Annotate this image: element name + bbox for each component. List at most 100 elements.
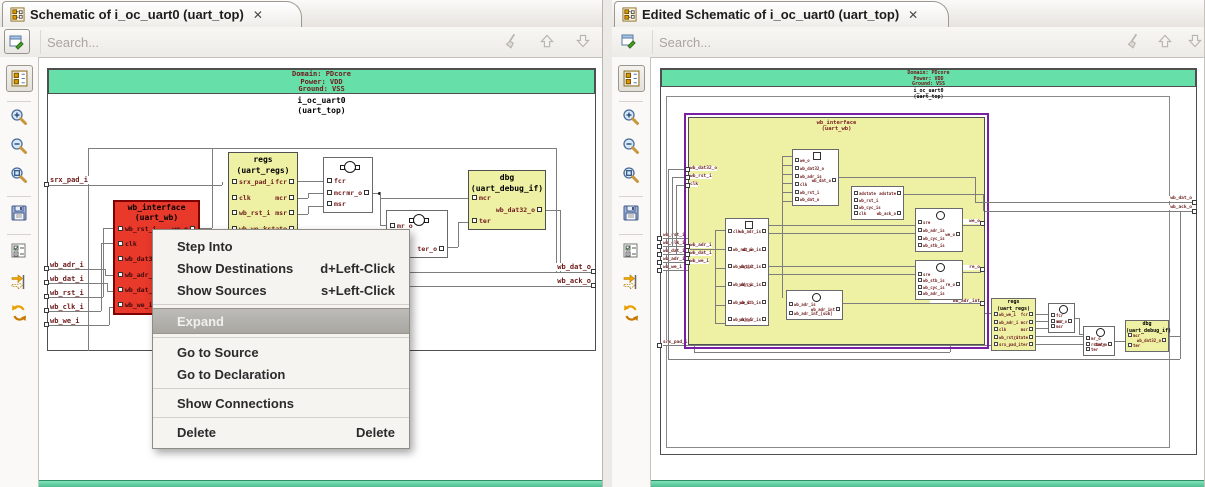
right-tab-bar: Edited Schematic of i_oc_uart0 (uart_top… [612,0,1205,28]
edge-pin [685,183,690,188]
subblock-sync[interactable]: clk wb_rst_i wb_dat_i wb_adr_i wb_we_i wb_ack… [725,218,769,326]
menu-item-show-destinations[interactable]: Show Destinations d+Left-Click [153,257,409,279]
new-search-button[interactable] [4,29,30,54]
pin-label: msr [1051,324,1063,330]
menu-item-step-into[interactable]: Step Into [153,235,409,257]
wire [298,181,323,182]
close-icon[interactable]: ✕ [253,8,263,22]
block-subtitle: (uart_wb) [134,213,179,222]
schematic-mode-button[interactable] [618,65,645,92]
wire [690,249,715,250]
clear-search-icon[interactable] [1124,32,1144,52]
wire [101,243,113,244]
sync-left-pins: clk wb_rst_i wb_dat_i wb_adr_i wb_we_i wb_ack… [728,229,766,323]
schematic-icon [10,7,25,22]
subblock-adr[interactable]: wb_adr_is wb_adr_int_[sub] wb_adr_int [786,290,843,320]
search-input[interactable] [40,30,449,54]
port-label: wb_dat_o [536,263,592,271]
pin-label: wb_cyc_is [739,282,766,288]
wire [105,275,113,276]
zoom-in-button[interactable] [9,107,29,127]
wire [47,185,222,186]
search-input[interactable] [652,30,1061,54]
port-label: wb_dat_o [1150,196,1192,201]
refresh-button[interactable] [621,303,641,323]
zoom-out-button[interactable] [9,136,29,156]
pin-label: wb_dat32_o [496,206,542,214]
block-logic1[interactable]: fcr mcr msr mr_o [1048,303,1075,333]
block-logic1[interactable]: fcr mcr msr mr_o [323,157,373,213]
wire [769,225,915,226]
new-search-button[interactable] [620,33,638,51]
trace-ports-button[interactable] [621,272,641,292]
block-dbg[interactable]: dbg (uart_debug_if) mcr ter wb_dat32_o [468,170,546,230]
port-pin [44,322,49,327]
pin-label: fcr [327,178,346,185]
port-label: wb_ack_o [1150,205,1192,210]
port-label: wb_ack_o [536,277,592,285]
logic-gate-icon [812,293,821,302]
tab-edited-schematic[interactable]: Edited Schematic of i_oc_uart0 (uart_top… [614,1,949,27]
find-next-icon[interactable] [1186,32,1205,52]
pin-label: ter [472,218,491,225]
schematic-mode-button[interactable] [6,65,33,92]
pin-label: wb_rst_i [795,190,819,196]
menu-shortcut: s+Left-Click [320,282,395,298]
menu-item-go-to-declaration[interactable]: Go to Declaration [153,363,409,385]
subblock-ack[interactable]: adstate wb_rst_i wb_cyc_is clk adstate wb_ac… [851,186,904,220]
wire [985,202,1192,203]
wire [103,228,113,229]
menu-item-expand[interactable]: Expand [153,308,409,334]
save-button[interactable] [9,203,29,223]
subblock-re[interactable]: sre wb_stb_is wb_cyc_is wb_adr_is re_o [915,260,963,300]
find-previous-icon[interactable] [538,32,558,52]
block-logic2[interactable]: mr_o rstate ter ter_o [1083,326,1115,356]
zoom-out-button[interactable] [621,136,641,156]
find-next-icon[interactable] [574,32,594,52]
new-search-icon [9,35,24,50]
zoom-fit-button[interactable] [9,165,29,185]
clear-search-icon[interactable] [502,32,522,52]
pin-label: ter [1086,347,1098,353]
save-button[interactable] [621,203,641,223]
menu-item-go-to-source[interactable]: Go to Source [153,341,409,363]
refresh-button[interactable] [9,303,29,323]
pin-label: msr [327,201,346,208]
menu-item-show-connections[interactable]: Show Connections [153,392,409,414]
display-options-button[interactable] [621,241,641,261]
wire [212,148,213,228]
tab-schematic[interactable]: Schematic of i_oc_uart0 (uart_top) ✕ [2,1,302,27]
wire [47,297,103,298]
wire [103,228,104,297]
find-previous-icon[interactable] [1156,32,1176,52]
sync-right-pins: wb_adr_is wb_we_is wb_dat_is wb_cyc_is wb_st… [728,229,766,323]
wire [109,307,110,325]
pin-label: wb_we_i [728,300,750,306]
power-domain-banner: Domain: PDcore Power: VDD Ground: VSS [48,69,595,94]
zoom-in-button[interactable] [621,107,641,127]
dbg-right-pins: wb_dat32_o [1128,333,1166,349]
menu-item-show-sources[interactable]: Show Sources s+Left-Click [153,279,409,301]
block-regs[interactable]: regs (uart_regs) srx_pad_iclkwb_rst_iwb_… [228,152,298,238]
pin-label: wb_rst_i [728,247,752,253]
zoom-fit-button[interactable] [621,165,641,185]
wire [769,266,915,267]
subblock-dat[interactable]: we_o wb_dat32_o wb_adr_is clk wb_rst_i wb_dat… [792,149,839,206]
subblock-we[interactable]: sre wb_adr_is wb_cyc_is wb_stb_is we_o [915,208,963,252]
wire [782,183,792,184]
block-title: dbg [499,173,515,182]
display-options-button[interactable] [9,241,29,261]
block-dbg[interactable]: dbg (uart_debug_if) mcr ter wb_dat32_o [1125,320,1171,352]
pin-label: msr [275,210,294,217]
menu-shortcut: Delete [355,424,395,440]
logic1-left-pins: fcr mcr msr [327,178,369,208]
toolbar-separator [7,196,31,197]
schematic-mode-icon [623,70,640,87]
bottom-strip [651,480,1205,487]
port-pin [44,182,49,187]
block-regs[interactable]: regs (uart_regs) wb_we_i wb_adr_i clk wb_rs… [991,298,1036,351]
menu-item-delete[interactable]: Delete Delete [153,421,409,443]
close-icon[interactable]: ✕ [908,8,918,22]
left-tab-bar: Schematic of i_oc_uart0 (uart_top) ✕ [0,0,602,28]
trace-ports-button[interactable] [9,272,29,292]
